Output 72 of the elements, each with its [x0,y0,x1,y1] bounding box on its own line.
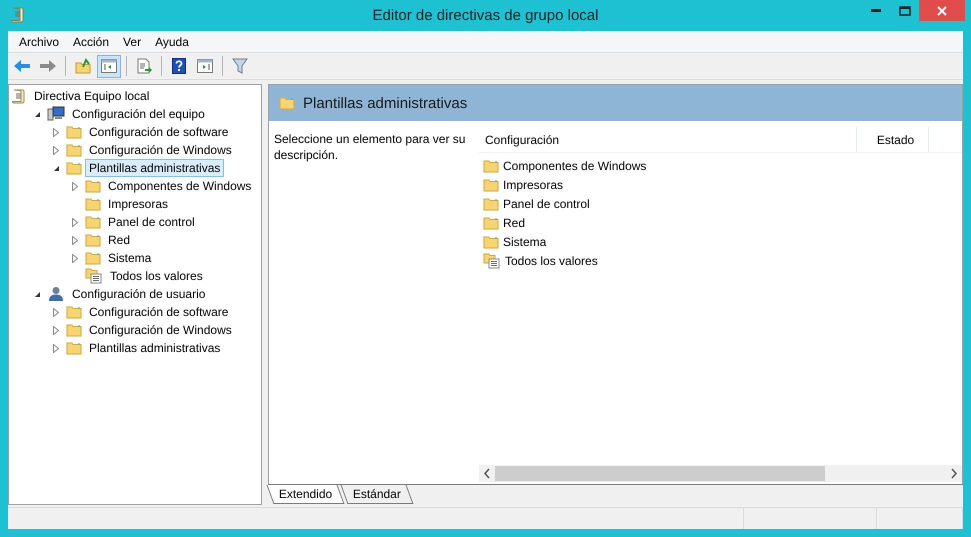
horizontal-scrollbar[interactable] [479,465,962,482]
tree-item[interactable]: Todos los valores [106,267,207,285]
collapse-arrow-icon[interactable] [34,110,40,118]
list-item[interactable]: Impresoras [503,178,564,192]
folder-up-icon [75,58,91,74]
show-tree-icon [101,59,117,73]
tree-item[interactable]: Panel de control [104,213,199,231]
tree-item[interactable]: Red [104,231,134,249]
tree-item[interactable]: Configuración de usuario [68,285,210,303]
tree-item[interactable]: Configuración de Windows [85,141,236,159]
folder-icon [279,96,295,110]
list-item[interactable]: Sistema [503,234,546,248]
folder-icon [85,233,101,247]
folder-icon [483,196,499,210]
folder-icon [483,178,499,192]
action-pane-icon [197,59,213,73]
tree-item[interactable]: Configuración de software [85,123,232,141]
list-item[interactable]: Todos los valores [505,254,598,268]
menu-item[interactable]: Ver [116,34,148,48]
folder-icon [85,215,101,229]
tree-item[interactable]: Configuración de software [85,303,232,321]
close-button[interactable] [919,0,965,21]
forward-arrow-icon [39,59,57,73]
computer-icon [47,106,65,122]
view-tab[interactable]: Estándar [340,485,414,504]
settings-list-icon [483,252,501,268]
close-icon [937,6,947,16]
maximize-icon [898,6,910,16]
tree-item[interactable]: Plantillas administrativas [85,159,224,177]
list-item[interactable]: Panel de control [503,196,590,210]
folder-icon [66,125,82,139]
scroll-icon [11,88,27,104]
collapse-arrow-icon[interactable] [34,290,40,298]
menu-item[interactable]: Archivo [12,34,66,48]
export-list-icon [136,58,152,74]
tree-item[interactable]: Componentes de Windows [104,177,256,195]
folder-icon [66,143,82,157]
tree-item[interactable]: Directiva Equipo local [30,87,154,105]
folder-icon [85,197,101,211]
minimize-icon [870,9,880,12]
column-header[interactable]: Configuración [479,127,857,152]
folder-icon [66,323,82,337]
app-scroll-icon [10,6,26,24]
folder-icon [85,251,101,265]
help-icon [172,58,186,74]
list-item[interactable]: Componentes de Windows [503,158,646,172]
filter-icon [232,58,248,74]
menu-item[interactable]: Acción [66,34,116,48]
description-text: Seleccione un elemento para ver su descripción. [274,131,466,163]
settings-list-icon [85,268,103,284]
list-item[interactable]: Red [503,216,526,230]
expand-arrow-icon[interactable] [72,182,78,190]
folder-icon [483,158,499,172]
tree-item[interactable]: Impresoras [104,195,172,213]
folder-icon [85,179,101,193]
tree-item[interactable]: Configuración del equipo [68,105,209,123]
folder-icon [483,234,499,248]
tree-item[interactable]: Configuración de Windows [85,321,236,339]
user-icon [47,286,65,302]
column-header[interactable]: Estado [857,127,929,152]
collapse-arrow-icon[interactable] [52,164,60,172]
folder-icon [66,161,82,175]
back-arrow-icon [13,59,31,73]
menu-item[interactable]: Ayuda [148,34,196,48]
view-tab[interactable]: Extendido [266,485,345,504]
window-title: Editor de directivas de grupo local [372,7,598,24]
tree-item[interactable]: Sistema [104,249,156,267]
folder-icon [66,341,82,355]
detail-title: Plantillas administrativas [303,94,468,112]
folder-icon [483,216,499,230]
tree-item[interactable]: Plantillas administrativas [85,339,224,357]
folder-icon [66,305,82,319]
